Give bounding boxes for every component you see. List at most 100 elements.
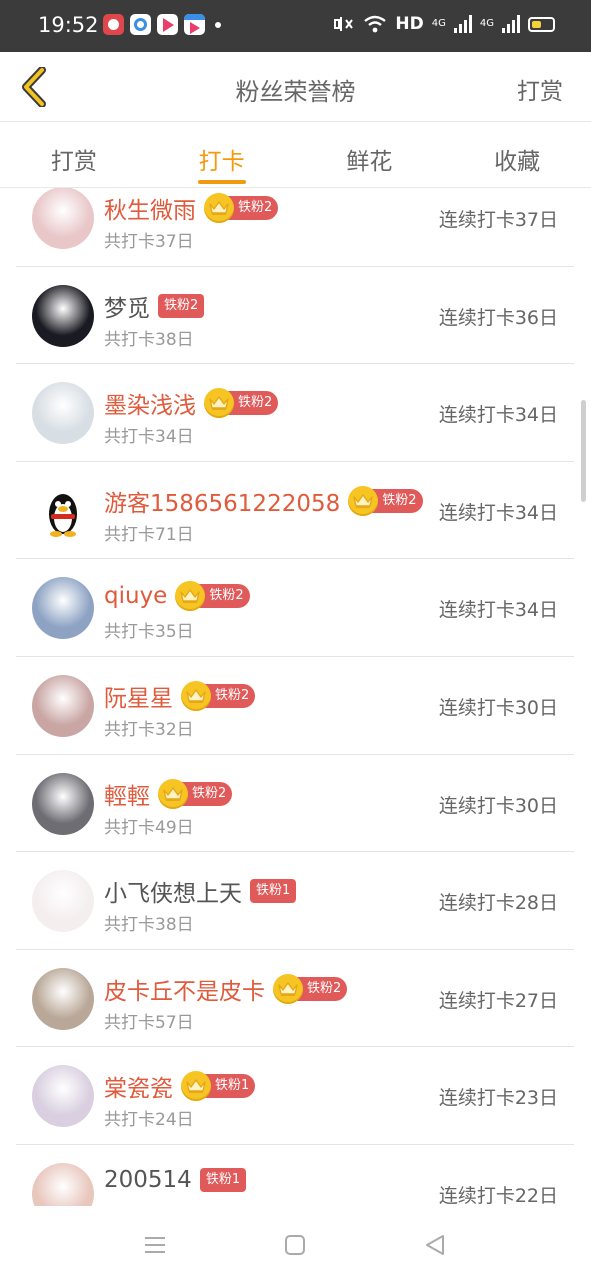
status-bar: 19:52 HD 4G 4G [0, 0, 591, 52]
fan-level-badge: 铁粉2 [182, 781, 233, 806]
streak-checkin: 连续打卡30日 [438, 696, 558, 719]
total-checkin: 共打卡49日 [104, 817, 194, 838]
signal-icon [453, 15, 472, 33]
menu-icon [145, 1237, 165, 1253]
name-line: 秋生微雨 铁粉2 [104, 191, 279, 225]
crown-badge [158, 778, 188, 809]
list-item[interactable]: 輕輕 铁粉2 共打卡49日 连续打卡30日 [16, 755, 574, 853]
status-time: 19:52 [38, 13, 99, 37]
list-item[interactable]: 200514铁粉1共打卡??日连续打卡22日 [16, 1145, 574, 1206]
list-item[interactable]: qiuye 铁粉2 共打卡35日 连续打卡34日 [16, 559, 574, 657]
list-item[interactable]: 游客1586561222058 铁粉2 共打卡71日 连续打卡34日 [16, 462, 574, 560]
user-name[interactable]: 梦觅 [104, 289, 150, 323]
streak-checkin: 连续打卡27日 [438, 989, 558, 1012]
crown-icon [186, 1079, 206, 1094]
list-item[interactable]: 阮星星 铁粉2 共打卡32日 连续打卡30日 [16, 657, 574, 755]
avatar[interactable] [32, 382, 94, 445]
name-line: 墨染浅浅 铁粉2 [104, 386, 279, 420]
list-item[interactable]: 墨染浅浅 铁粉2 共打卡34日 连续打卡34日 [16, 364, 574, 462]
name-line: 棠瓷瓷 铁粉1 [104, 1069, 256, 1103]
streak-checkin: 连续打卡30日 [438, 794, 558, 817]
scrollbar[interactable] [581, 400, 586, 502]
user-name[interactable]: 秋生微雨 [104, 191, 196, 225]
app-notification-icon [130, 14, 151, 35]
app-notification-icon [157, 14, 178, 35]
avatar[interactable] [32, 1162, 94, 1206]
back-nav-button[interactable] [415, 1230, 455, 1260]
streak-checkin: 连续打卡34日 [438, 501, 558, 524]
list-item[interactable]: 梦觅 铁粉2 共打卡38日 连续打卡36日 [16, 267, 574, 365]
system-nav-bar [0, 1206, 591, 1280]
reward-button[interactable]: 打赏 [517, 72, 563, 106]
battery-icon [528, 16, 555, 32]
name-line: qiuye 铁粉2 [104, 581, 250, 612]
notification-icons [103, 14, 221, 35]
crown-icon [186, 689, 206, 703]
crown-icon [180, 589, 201, 604]
app-notification-icon [103, 14, 124, 35]
user-name[interactable]: 阮星星 [104, 679, 173, 713]
streak-checkin: 连续打卡28日 [438, 892, 558, 915]
user-name[interactable]: 棠瓷瓷 [104, 1069, 173, 1103]
total-checkin: 共打卡35日 [104, 622, 194, 643]
home-button[interactable] [275, 1230, 315, 1260]
avatar[interactable] [32, 188, 94, 249]
tab-flowers[interactable]: 鲜花 [296, 122, 444, 187]
user-name[interactable]: 游客1586561222058 [104, 484, 340, 518]
mute-vibrate-icon [334, 17, 354, 31]
menu-button[interactable] [135, 1230, 175, 1260]
total-checkin: 共打卡71日 [104, 524, 194, 545]
crown-icon [209, 396, 229, 411]
name-line: 阮星星 铁粉2 [104, 679, 256, 713]
user-name[interactable]: 輕輕 [104, 777, 150, 811]
crown-badge [204, 388, 234, 419]
user-name[interactable]: 小飞侠想上天 [104, 874, 242, 908]
crown-badge [273, 973, 303, 1004]
page-title: 粉丝荣誉榜 [235, 78, 356, 106]
total-checkin: 共打卡57日 [104, 1012, 194, 1033]
list-item[interactable]: 棠瓷瓷 铁粉1 共打卡24日 连续打卡23日 [16, 1047, 574, 1145]
crown-icon [353, 494, 373, 508]
avatar[interactable] [32, 1065, 94, 1128]
avatar[interactable] [32, 674, 94, 737]
hd-indicator: HD [395, 14, 424, 34]
top-nav-bar: 粉丝荣誉榜 打赏 [0, 52, 591, 122]
penguin-icon [49, 493, 77, 537]
system-icons: HD 4G 4G [331, 14, 555, 34]
app-notification-icon [184, 14, 205, 35]
tab-reward[interactable]: 打赏 [0, 122, 148, 187]
list-item[interactable]: 小飞侠想上天 铁粉1 共打卡38日 连续打卡28日 [16, 852, 574, 950]
user-name[interactable]: qiuye [104, 583, 167, 609]
crown-icon [209, 201, 229, 215]
fan-level-badge: 铁粉2 [372, 488, 423, 513]
avatar[interactable] [32, 772, 94, 835]
fan-level-badge: 铁粉2 [228, 196, 279, 220]
crown-icon [278, 982, 298, 996]
streak-checkin: 连续打卡22日 [438, 1184, 558, 1206]
list-item[interactable]: 皮卡丘不是皮卡 铁粉2 共打卡57日 连续打卡27日 [16, 950, 574, 1048]
name-line: 游客1586561222058 铁粉2 [104, 484, 423, 518]
avatar[interactable] [32, 870, 94, 933]
tab-checkin[interactable]: 打卡 [148, 122, 296, 187]
total-checkin: 共打卡32日 [104, 719, 194, 740]
list-item[interactable]: 秋生微雨 铁粉2 共打卡37日 连续打卡37日 [16, 188, 574, 267]
fan-list[interactable]: 秋生微雨 铁粉2 共打卡37日 连续打卡37日 梦觅 铁粉2 共打卡38日 连续打卡36日 墨染… [0, 188, 591, 1206]
avatar[interactable] [32, 577, 94, 640]
user-name[interactable]: 墨染浅浅 [104, 386, 196, 420]
total-checkin: 共打卡34日 [104, 427, 194, 448]
crown-badge [204, 193, 234, 223]
fan-level-badge: 铁粉2 [297, 976, 348, 1001]
tab-favorites[interactable]: 收藏 [443, 122, 591, 187]
streak-checkin: 连续打卡36日 [438, 306, 558, 329]
wifi-icon [364, 15, 387, 33]
fan-level-badge: 铁粉2 [228, 391, 279, 416]
avatar[interactable] [32, 479, 94, 542]
user-name[interactable]: 皮卡丘不是皮卡 [104, 972, 265, 1006]
tab-bar: 打赏 打卡 鲜花 收藏 [0, 122, 591, 188]
crown-badge [348, 485, 379, 516]
streak-checkin: 连续打卡23日 [438, 1087, 558, 1110]
avatar[interactable] [32, 284, 94, 347]
user-name[interactable]: 200514 [104, 1167, 192, 1193]
avatar[interactable] [32, 967, 94, 1030]
total-checkin: 共打卡38日 [104, 329, 194, 350]
